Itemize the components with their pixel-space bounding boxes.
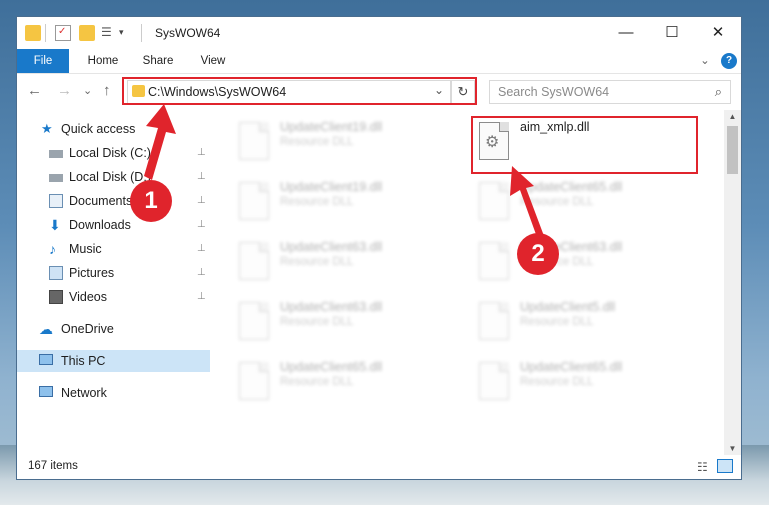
arrow-2 (510, 166, 544, 240)
arrow-1 (144, 104, 176, 180)
annotation-arrows (144, 104, 544, 240)
step-2-badge: 2 (517, 233, 559, 275)
step-1-badge: 1 (130, 180, 172, 222)
